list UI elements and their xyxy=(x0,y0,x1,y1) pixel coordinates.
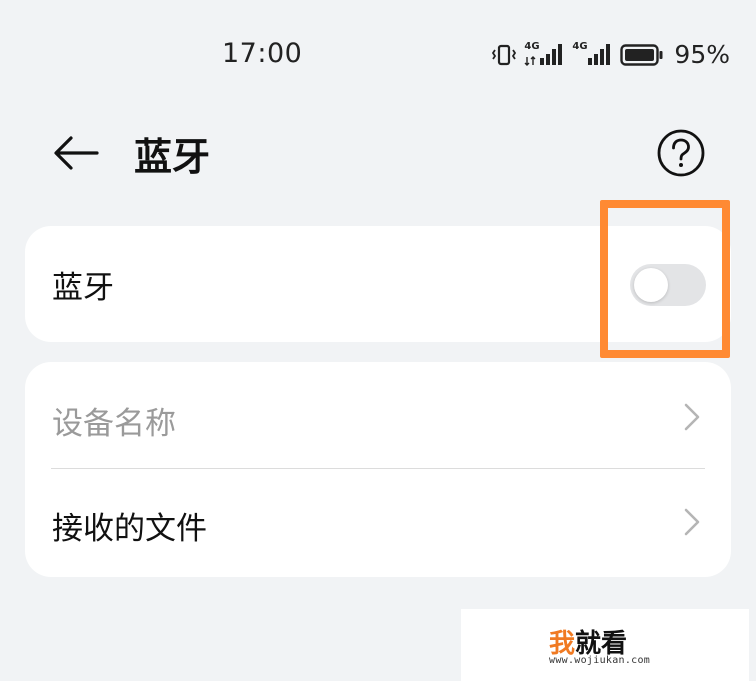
signal-4g-icon-2: 4G xyxy=(572,41,612,67)
status-bar: 17:00 4G 4G 95% xyxy=(0,0,756,110)
settings-list-card: 设备名称 接收的文件 xyxy=(25,362,731,577)
signal-4g-icon-1: 4G xyxy=(524,41,564,67)
chevron-right-icon xyxy=(684,403,700,431)
status-time: 17:00 xyxy=(222,38,303,69)
back-button[interactable] xyxy=(44,128,108,178)
help-circle-icon xyxy=(657,129,705,177)
back-arrow-icon xyxy=(54,136,99,170)
received-files-label: 接收的文件 xyxy=(52,511,207,547)
list-item-device-name[interactable]: 设备名称 xyxy=(25,362,731,468)
page-title: 蓝牙 xyxy=(134,135,211,179)
highlight-box xyxy=(600,200,730,358)
battery-percentage: 95% xyxy=(674,40,730,69)
status-icons: 4G 4G 95% xyxy=(492,40,730,69)
bluetooth-label: 蓝牙 xyxy=(52,270,114,306)
battery-icon xyxy=(620,43,663,66)
header: 蓝牙 xyxy=(0,110,756,200)
chevron-right-icon xyxy=(684,508,700,536)
help-button[interactable] xyxy=(654,126,708,180)
watermark-url: www.wojiukan.com xyxy=(549,655,651,666)
watermark: 我就看 www.wojiukan.com xyxy=(461,609,749,681)
list-item-received-files[interactable]: 接收的文件 xyxy=(25,469,731,577)
vibrate-icon xyxy=(492,44,517,65)
device-name-label: 设备名称 xyxy=(52,406,176,442)
